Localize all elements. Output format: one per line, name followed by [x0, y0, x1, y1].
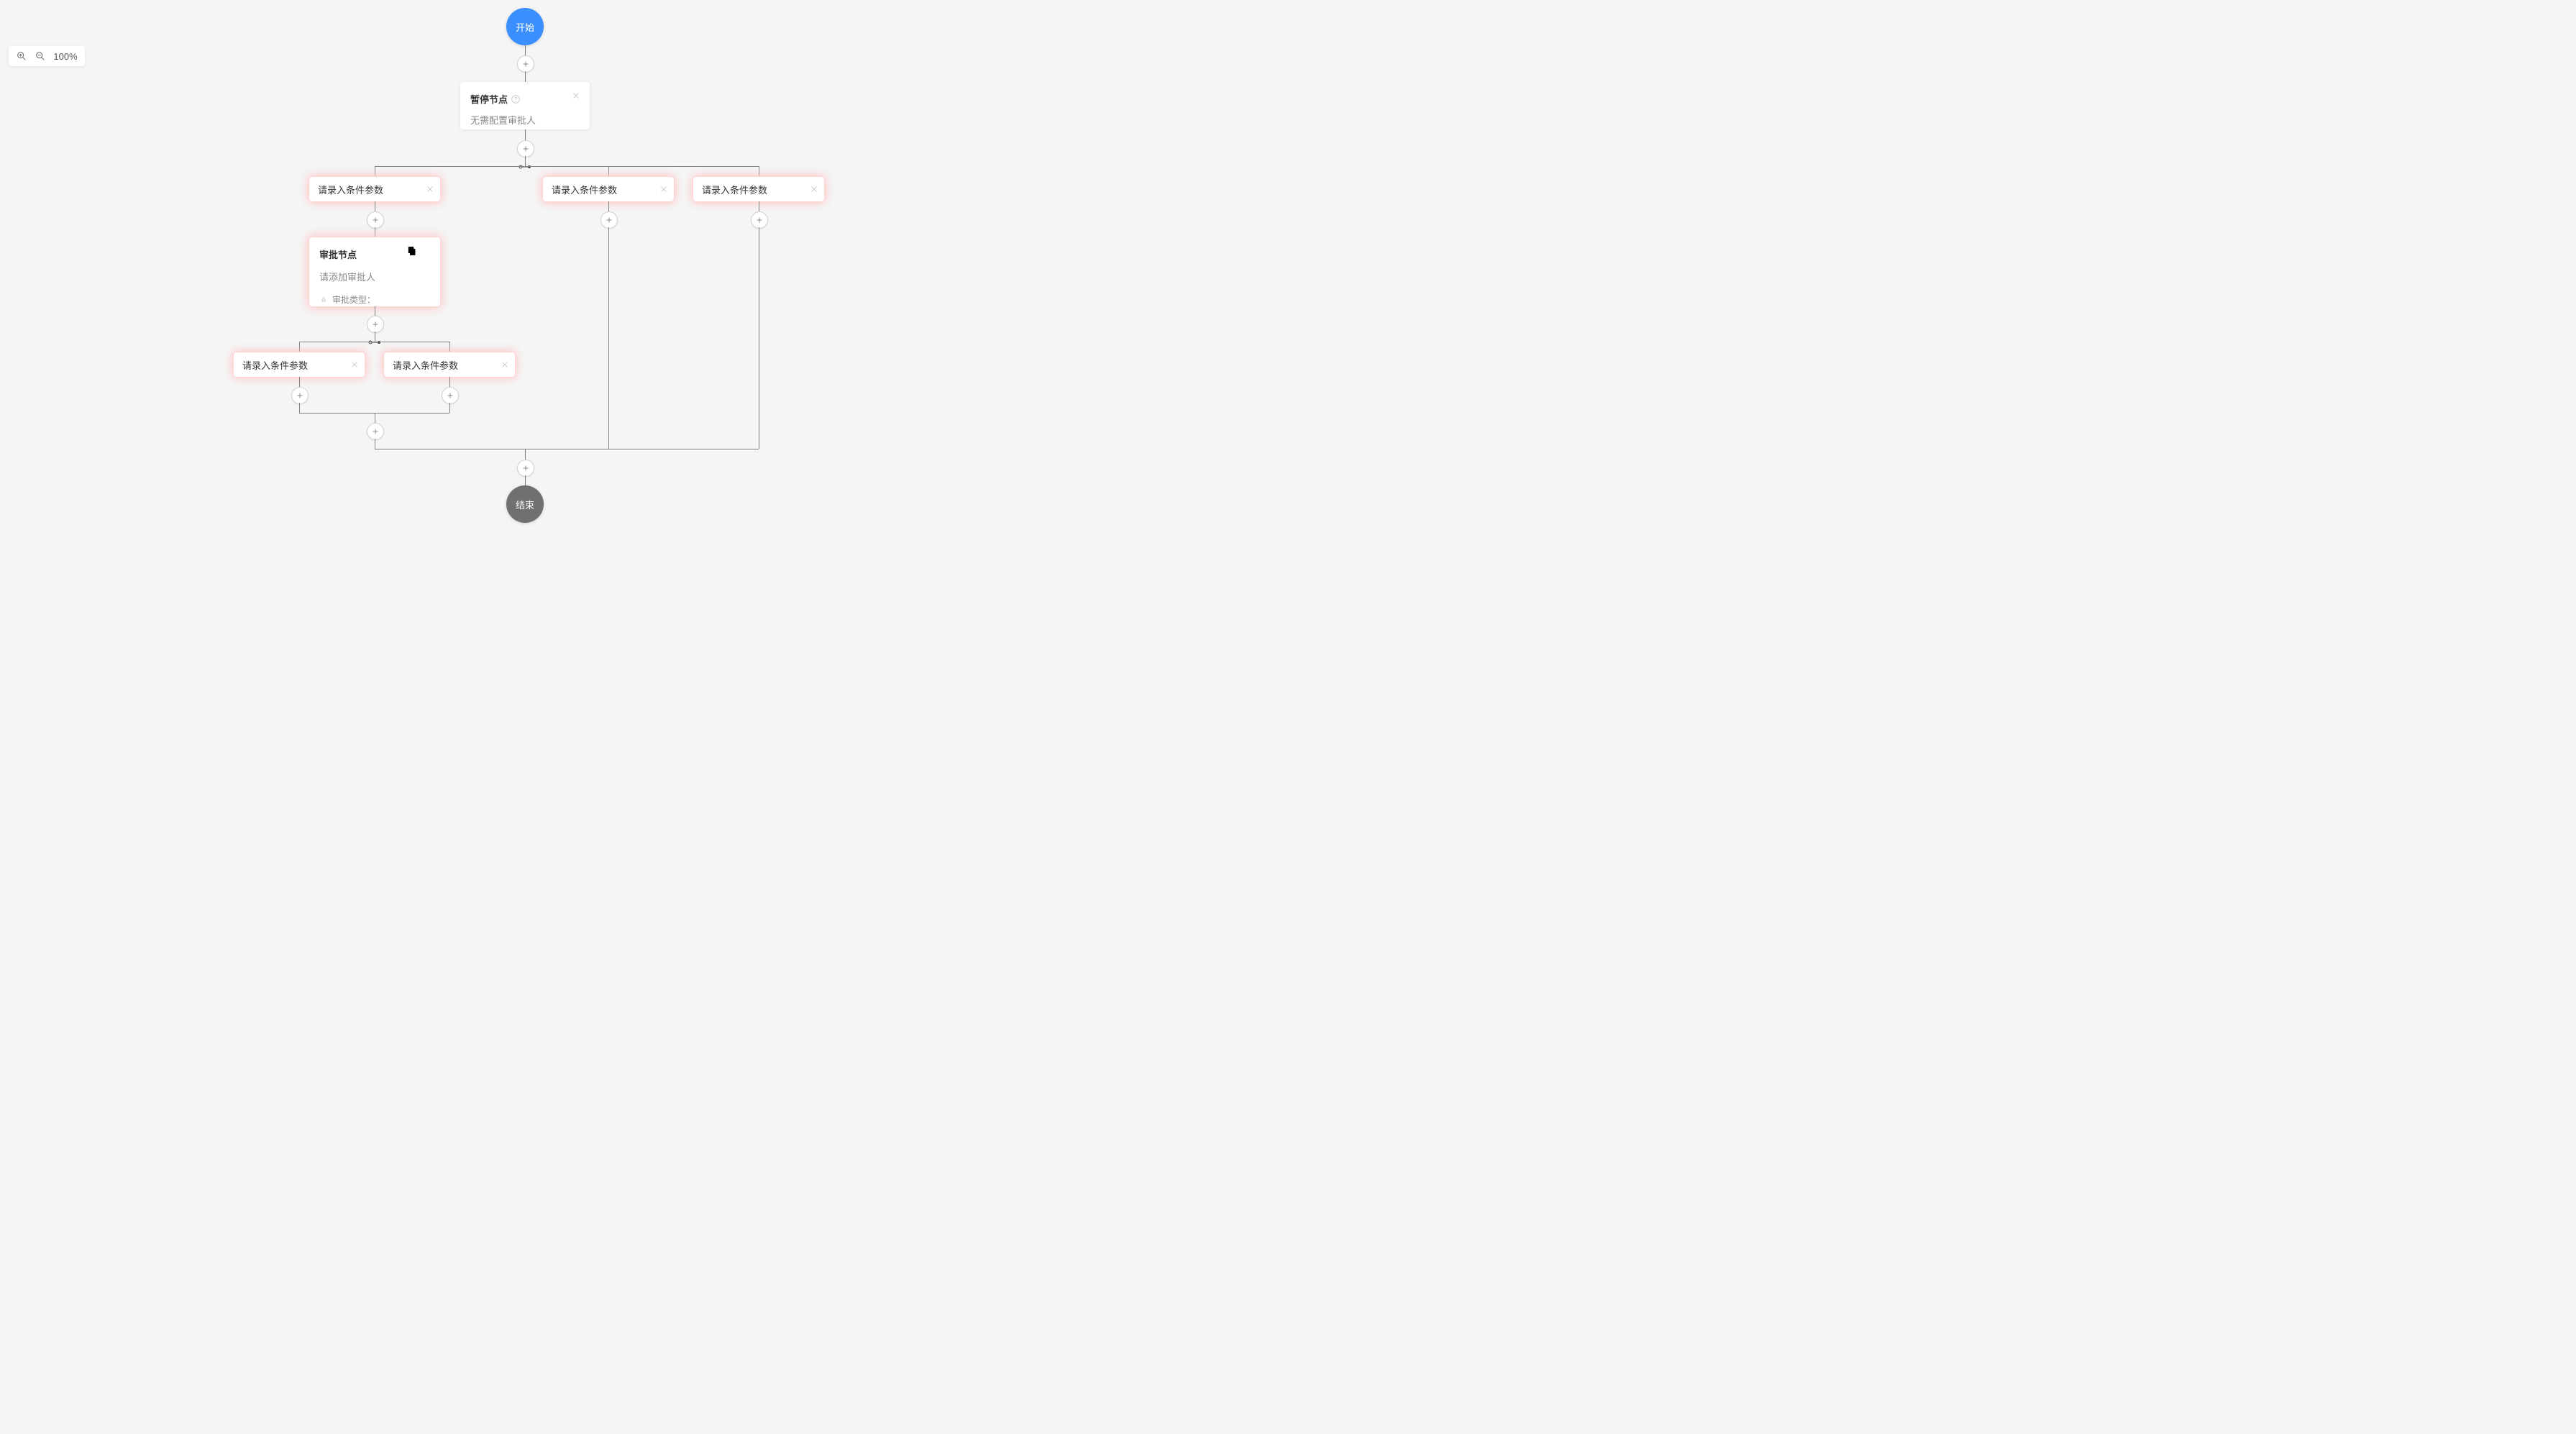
add-node-button[interactable] — [367, 211, 384, 229]
add-node-button[interactable] — [367, 423, 384, 440]
add-node-button[interactable] — [600, 211, 618, 229]
connector-line — [608, 166, 609, 177]
condition-label: 请录入条件参数 — [552, 183, 617, 196]
add-node-button[interactable] — [367, 316, 384, 333]
pause-node-subtitle: 无需配置审批人 — [470, 113, 580, 127]
close-icon[interactable] — [810, 177, 818, 201]
stamp-icon — [319, 294, 328, 305]
condition-card[interactable]: 请录入条件参数 — [234, 352, 365, 377]
copy-icon[interactable] — [406, 245, 419, 257]
condition-label: 请录入条件参数 — [702, 183, 767, 196]
add-node-button[interactable] — [291, 387, 309, 404]
connector-line — [299, 377, 300, 387]
approval-type-label: 审批类型： — [332, 293, 375, 306]
add-node-button[interactable] — [442, 387, 459, 404]
connector-line — [525, 449, 526, 460]
connector-line — [449, 377, 450, 387]
condition-label: 请录入条件参数 — [242, 358, 308, 372]
flow-canvas[interactable]: 开始 暂停节点 无需配置审批人 请录入条件参数 请录入条件参数 请录入条件参数 — [0, 0, 1050, 584]
end-node-label: 结束 — [516, 498, 534, 511]
start-node[interactable]: 开始 — [506, 8, 544, 45]
condition-card[interactable]: 请录入条件参数 — [693, 177, 824, 201]
add-node-button[interactable] — [517, 460, 534, 477]
condition-card[interactable]: 请录入条件参数 — [309, 177, 440, 201]
connector-line — [525, 71, 526, 82]
close-icon[interactable] — [426, 177, 434, 201]
connector-line — [525, 45, 526, 55]
start-node-label: 开始 — [516, 20, 534, 34]
connector-line — [449, 403, 450, 413]
add-node-button[interactable] — [517, 140, 534, 157]
close-icon[interactable] — [350, 352, 359, 377]
help-icon[interactable] — [511, 94, 521, 104]
approval-node-card[interactable]: 审批节点 请添加审批人 审批类型： — [309, 237, 440, 306]
condition-card[interactable]: 请录入条件参数 — [543, 177, 674, 201]
zoom-out-icon[interactable] — [35, 50, 46, 62]
condition-card[interactable]: 请录入条件参数 — [384, 352, 515, 377]
condition-label: 请录入条件参数 — [318, 183, 383, 196]
connector-line — [299, 342, 300, 352]
end-node[interactable]: 结束 — [506, 485, 544, 523]
condition-label: 请录入条件参数 — [393, 358, 458, 372]
close-icon[interactable] — [501, 352, 509, 377]
close-icon[interactable] — [420, 245, 433, 257]
connector-line — [449, 342, 450, 352]
close-icon[interactable] — [659, 177, 668, 201]
connector-line — [525, 475, 526, 485]
connector-line — [299, 403, 300, 413]
pause-node-title: 暂停节点 — [470, 92, 508, 106]
close-icon[interactable] — [570, 89, 583, 102]
zoom-in-icon[interactable] — [16, 50, 27, 62]
connector-line — [608, 201, 609, 211]
pause-node-card[interactable]: 暂停节点 无需配置审批人 — [460, 82, 590, 129]
add-node-button[interactable] — [751, 211, 768, 229]
connector-line — [375, 166, 759, 167]
zoom-level-label: 100% — [53, 51, 78, 62]
zoom-toolbar: 100% — [9, 46, 85, 66]
connector-line — [525, 129, 526, 140]
approval-node-subtitle: 请添加审批人 — [319, 270, 430, 283]
connector-line — [608, 227, 609, 449]
add-node-button[interactable] — [517, 55, 534, 73]
